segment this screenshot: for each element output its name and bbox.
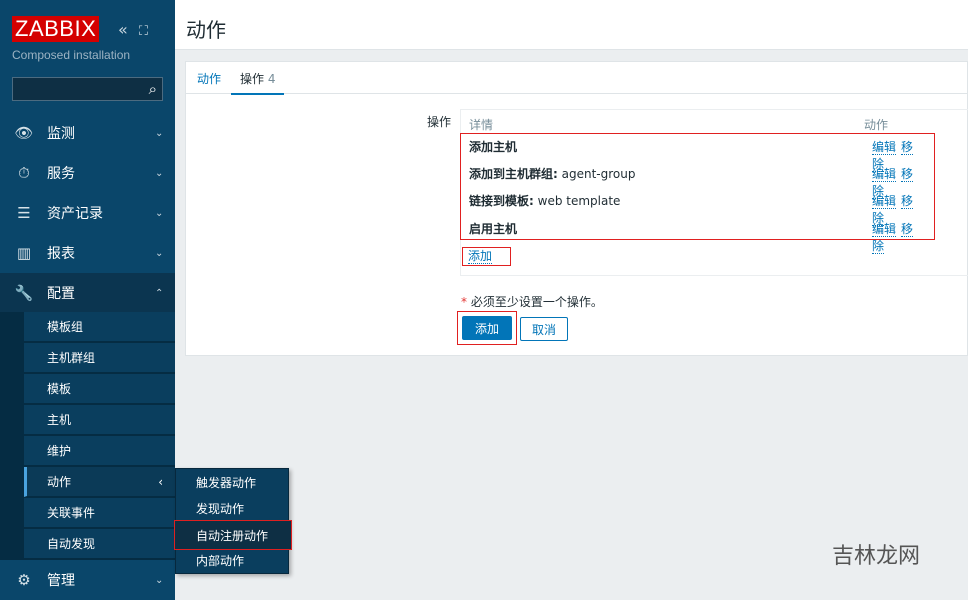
submenu-templates[interactable]: 模板 <box>24 374 175 404</box>
required-note: * 必须至少设置一个操作。 <box>461 295 603 309</box>
edit-link[interactable]: 编辑 <box>872 167 897 182</box>
chevron-up-icon: ⌃ <box>155 287 164 299</box>
submenu-maintenance[interactable]: 维护 <box>24 436 175 466</box>
table-row: 添加到主机群组: agent-group 编辑 移除 <box>469 167 914 199</box>
collapse-sidebar-icon[interactable]: « <box>118 20 128 39</box>
submenu-host-groups[interactable]: 主机群组 <box>24 343 175 373</box>
operations-count: 4 <box>267 72 276 86</box>
chevron-down-icon: ⌄ <box>155 127 164 139</box>
page-header: 动作 <box>175 0 968 50</box>
configuration-submenu: 模板组 主机群组 模板 主机 维护 动作 ‹ 关联事件 自动发现 <box>0 312 175 560</box>
nav-inventory[interactable]: ☰ 资产记录 ⌄ <box>0 193 175 233</box>
nav-services[interactable]: ⏱ 服务 ⌄ <box>0 153 175 193</box>
operations-label: 操作 <box>427 115 452 129</box>
chevron-down-icon: ⌄ <box>155 574 164 586</box>
wrench-icon: 🔧 <box>14 284 34 302</box>
edit-link[interactable]: 编辑 <box>872 194 897 209</box>
nav-administration[interactable]: ⚙ 管理 ⌄ <box>0 560 175 600</box>
page-title: 动作 <box>186 18 226 42</box>
list-icon: ☰ <box>17 204 31 222</box>
nav-configuration[interactable]: 🔧 配置 ⌃ <box>0 273 175 313</box>
add-button-highlight: 添加 <box>457 311 517 345</box>
eye-icon: 👁 <box>14 124 34 142</box>
operations-rows: 添加主机 编辑 移除 添加到主机群组: agent-group 编辑 移除 链接到模… <box>460 133 935 254</box>
chevron-down-icon: ⌄ <box>155 207 164 219</box>
table-row: 链接到模板: web template 编辑 移除 <box>469 194 914 226</box>
chevron-down-icon: ⌄ <box>155 247 164 259</box>
tab-operations[interactable]: 操作 4 <box>231 70 285 95</box>
nav-monitoring[interactable]: 👁 监测 ⌄ <box>0 113 175 153</box>
flyout-internal-actions[interactable]: 内部动作 <box>176 547 288 573</box>
submenu-discovery[interactable]: 自动发现 <box>24 529 175 559</box>
flyout-autoregistration-actions[interactable]: 自动注册动作 <box>174 520 292 550</box>
edit-link[interactable]: 编辑 <box>872 140 897 155</box>
add-operation-link-wrapper: 添加 <box>462 247 511 266</box>
cancel-button[interactable]: 取消 <box>520 317 568 341</box>
actions-flyout-menu: 触发器动作 发现动作 自动注册动作 内部动作 <box>174 468 292 574</box>
flyout-trigger-actions[interactable]: 触发器动作 <box>176 469 288 495</box>
stopwatch-icon: ⏱ <box>18 164 30 182</box>
tab-bar: 动作 操作 4 <box>186 62 967 95</box>
kiosk-mode-icon[interactable]: ⛶ <box>139 24 148 39</box>
add-button[interactable]: 添加 <box>462 316 512 340</box>
nav-reports[interactable]: ▥ 报表 ⌄ <box>0 233 175 273</box>
submenu-template-groups[interactable]: 模板组 <box>24 312 175 342</box>
table-row: 启用主机 编辑 移除 <box>469 222 914 254</box>
sidebar: ZABBIX « ⛶ Composed installation ⌕ 👁 监测 … <box>0 0 175 600</box>
submenu-actions[interactable]: 动作 ‹ <box>24 467 175 497</box>
table-row: 添加主机 编辑 移除 <box>469 140 914 172</box>
watermark: 吉林龙网 <box>832 544 921 569</box>
chevron-left-icon: ‹ <box>158 474 163 489</box>
column-header-details: 详情 <box>469 118 494 132</box>
tab-action[interactable]: 动作 <box>197 70 221 87</box>
submenu-event-correlation[interactable]: 关联事件 <box>24 498 175 528</box>
column-header-action: 动作 <box>864 118 889 132</box>
zabbix-logo[interactable]: ZABBIX <box>12 16 100 42</box>
search-icon[interactable]: ⌕ <box>149 80 157 98</box>
action-form-card: 动作 操作 4 操作 详情 动作 添加主机 编辑 移除 添加到主机群组: agen… <box>185 61 968 356</box>
gear-icon: ⚙ <box>17 571 31 589</box>
flyout-discovery-actions[interactable]: 发现动作 <box>176 495 288 521</box>
submenu-hosts[interactable]: 主机 <box>24 405 175 435</box>
server-name: Composed installation <box>12 48 131 62</box>
search-input[interactable]: ⌕ <box>12 77 163 101</box>
chevron-down-icon: ⌄ <box>155 167 164 179</box>
edit-link[interactable]: 编辑 <box>872 222 897 237</box>
add-operation-link[interactable]: 添加 <box>468 249 493 264</box>
bar-chart-icon: ▥ <box>16 244 32 262</box>
